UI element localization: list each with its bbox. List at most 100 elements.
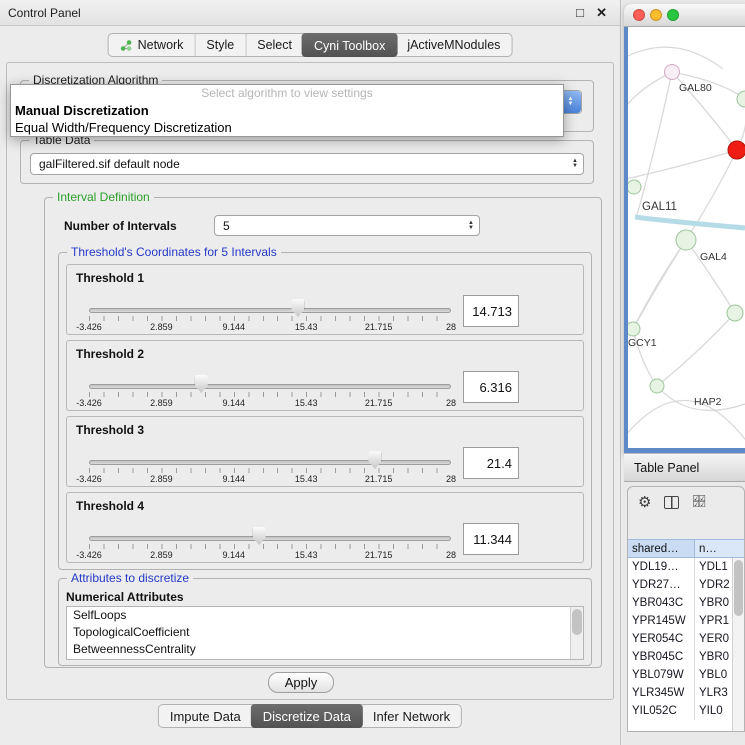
list-item[interactable]: SelfLoops: [67, 607, 570, 624]
network-svg: GAL80GAL11GAL4GCY1HAP2: [628, 27, 745, 448]
threshold-1-slider[interactable]: -3.426 2.859 9.144 15.43 21.715 28: [89, 295, 451, 335]
network-node[interactable]: [628, 322, 640, 336]
slider-thumb[interactable]: [291, 299, 304, 317]
network-node[interactable]: [628, 180, 641, 194]
table-body: YDL19…YDL1YDR27…YDR2YBR043CYBR0YPR145WYP…: [628, 558, 732, 731]
threshold-title: Threshold 3: [76, 423, 144, 437]
threshold-4-slider[interactable]: -3.426 2.859 9.144 15.43 21.715 28: [89, 523, 451, 563]
network-edge[interactable]: [657, 313, 735, 386]
list-item[interactable]: TopologicalCoefficient: [67, 624, 570, 641]
threshold-1-value-field[interactable]: [463, 295, 519, 327]
tab-style[interactable]: Style: [194, 34, 245, 56]
close-traffic-light-icon[interactable]: [633, 9, 645, 21]
group-label: Threshold's Coordinates for 5 Intervals: [67, 245, 281, 259]
network-node[interactable]: [737, 91, 745, 107]
table-row[interactable]: YLR345WYLR3: [628, 684, 732, 702]
network-window-titlebar: [624, 4, 745, 27]
scale-label: 28: [446, 474, 456, 484]
scale-label: -3.426: [76, 398, 102, 408]
threshold-2-value-field[interactable]: [463, 371, 519, 403]
threshold-2-slider[interactable]: -3.426 2.859 9.144 15.43 21.715 28: [89, 371, 451, 411]
columns-icon[interactable]: [664, 496, 679, 509]
network-node-label: GAL80: [679, 82, 712, 94]
table-data-combobox[interactable]: galFiltered.sif default node ▲▼: [30, 153, 584, 175]
slider-thumb[interactable]: [368, 451, 381, 469]
network-node[interactable]: [665, 65, 680, 80]
numerical-attributes-list[interactable]: SelfLoopsTopologicalCoefficientBetweenne…: [66, 606, 584, 660]
slider-scale: -3.426 2.859 9.144 15.43 21.715 28: [89, 322, 451, 332]
tab-cyni-toolbox[interactable]: Cyni Toolbox: [302, 33, 397, 57]
scale-label: 9.144: [223, 474, 246, 484]
select-columns-icon[interactable]: ☑☑☑☑: [692, 496, 709, 508]
network-edge[interactable]: [637, 72, 672, 215]
slider-thumb[interactable]: [253, 527, 266, 545]
gear-icon[interactable]: ⚙: [638, 493, 651, 511]
table-scrollbar[interactable]: [732, 558, 744, 731]
table-panel-title: Table Panel: [634, 461, 699, 475]
table-row[interactable]: YBL079WYBL0: [628, 666, 732, 684]
tab-select[interactable]: Select: [245, 34, 303, 56]
slider-scale: -3.426 2.859 9.144 15.43 21.715 28: [89, 474, 451, 484]
table-cell: YLR3: [695, 684, 732, 702]
scrollbar-thumb[interactable]: [572, 609, 582, 635]
apply-button[interactable]: Apply: [268, 672, 334, 693]
threshold-title: Threshold 4: [76, 499, 144, 513]
group-label: Attributes to discretize: [67, 571, 193, 585]
close-icon[interactable]: ✕: [596, 5, 607, 21]
network-node[interactable]: [676, 230, 696, 250]
table-row[interactable]: YBR043CYBR0: [628, 594, 732, 612]
scrollbar-thumb[interactable]: [734, 560, 743, 616]
threshold-4-value-field[interactable]: [463, 523, 519, 555]
number-of-intervals-combobox[interactable]: 5 ▲▼: [214, 215, 480, 236]
minimize-traffic-light-icon[interactable]: [650, 9, 662, 21]
top-tab-bar: Network Style Select Cyni Toolbox jActiv…: [108, 33, 513, 57]
dropdown-option-manual-discretization[interactable]: Manual Discretization: [11, 102, 563, 119]
network-node-label: GAL11: [642, 201, 677, 213]
table-cell: YBR043C: [628, 594, 695, 612]
network-node[interactable]: [728, 141, 745, 159]
scale-label: -3.426: [76, 322, 102, 332]
tab-infer-network[interactable]: Infer Network: [362, 705, 461, 727]
table-row[interactable]: YPR145WYPR1: [628, 612, 732, 630]
table-cell: YDR2: [695, 576, 732, 594]
scale-label: 2.859: [150, 398, 173, 408]
column-header-name[interactable]: n…: [695, 539, 744, 558]
network-edge[interactable]: [628, 150, 737, 179]
network-canvas[interactable]: GAL80GAL11GAL4GCY1HAP2: [628, 27, 745, 448]
zoom-traffic-light-icon[interactable]: [667, 9, 679, 21]
dropdown-option-equal-width-frequency[interactable]: Equal Width/Frequency Discretization: [11, 119, 563, 136]
table-row[interactable]: YIL052CYIL0: [628, 702, 732, 720]
table-row[interactable]: YDR27…YDR2: [628, 576, 732, 594]
network-node[interactable]: [727, 305, 743, 321]
network-icon: [120, 39, 133, 52]
table-header-row: shared… n…: [628, 539, 744, 558]
network-edge[interactable]: [633, 240, 686, 329]
scale-label: 9.144: [223, 322, 246, 332]
tab-jactivemnodules[interactable]: jActiveMNodules: [396, 34, 511, 56]
list-item[interactable]: BetweennessCentrality: [67, 641, 570, 658]
column-header-shared-name[interactable]: shared…: [628, 539, 695, 558]
tab-label: Impute Data: [170, 709, 241, 724]
slider-thumb[interactable]: [195, 375, 208, 393]
combobox-arrows-icon: ▲▼: [572, 159, 578, 169]
window-title: Control Panel: [8, 6, 81, 20]
combobox-arrows-icon: ▲▼: [468, 221, 474, 231]
table-cell: YIL052C: [628, 702, 695, 720]
network-edge-thick[interactable]: [635, 217, 745, 228]
tab-discretize-data[interactable]: Discretize Data: [251, 704, 363, 728]
table-cell: YDR27…: [628, 576, 695, 594]
tab-network[interactable]: Network: [109, 34, 195, 56]
scale-label: 15.43: [295, 474, 318, 484]
network-node-label: HAP2: [694, 396, 722, 408]
table-row[interactable]: YER054CYER0: [628, 630, 732, 648]
minimize-icon[interactable]: □: [576, 5, 584, 20]
threshold-3-slider[interactable]: -3.426 2.859 9.144 15.43 21.715 28: [89, 447, 451, 487]
tab-impute-data[interactable]: Impute Data: [159, 705, 252, 727]
threshold-3-value-field[interactable]: [463, 447, 519, 479]
numerical-attributes-list-items: SelfLoopsTopologicalCoefficientBetweenne…: [67, 607, 570, 658]
network-node[interactable]: [650, 379, 664, 393]
list-scrollbar[interactable]: [570, 607, 583, 659]
table-row[interactable]: YDL19…YDL1: [628, 558, 732, 576]
table-row[interactable]: YBR045CYBR0: [628, 648, 732, 666]
table-cell: YIL0: [695, 702, 732, 720]
